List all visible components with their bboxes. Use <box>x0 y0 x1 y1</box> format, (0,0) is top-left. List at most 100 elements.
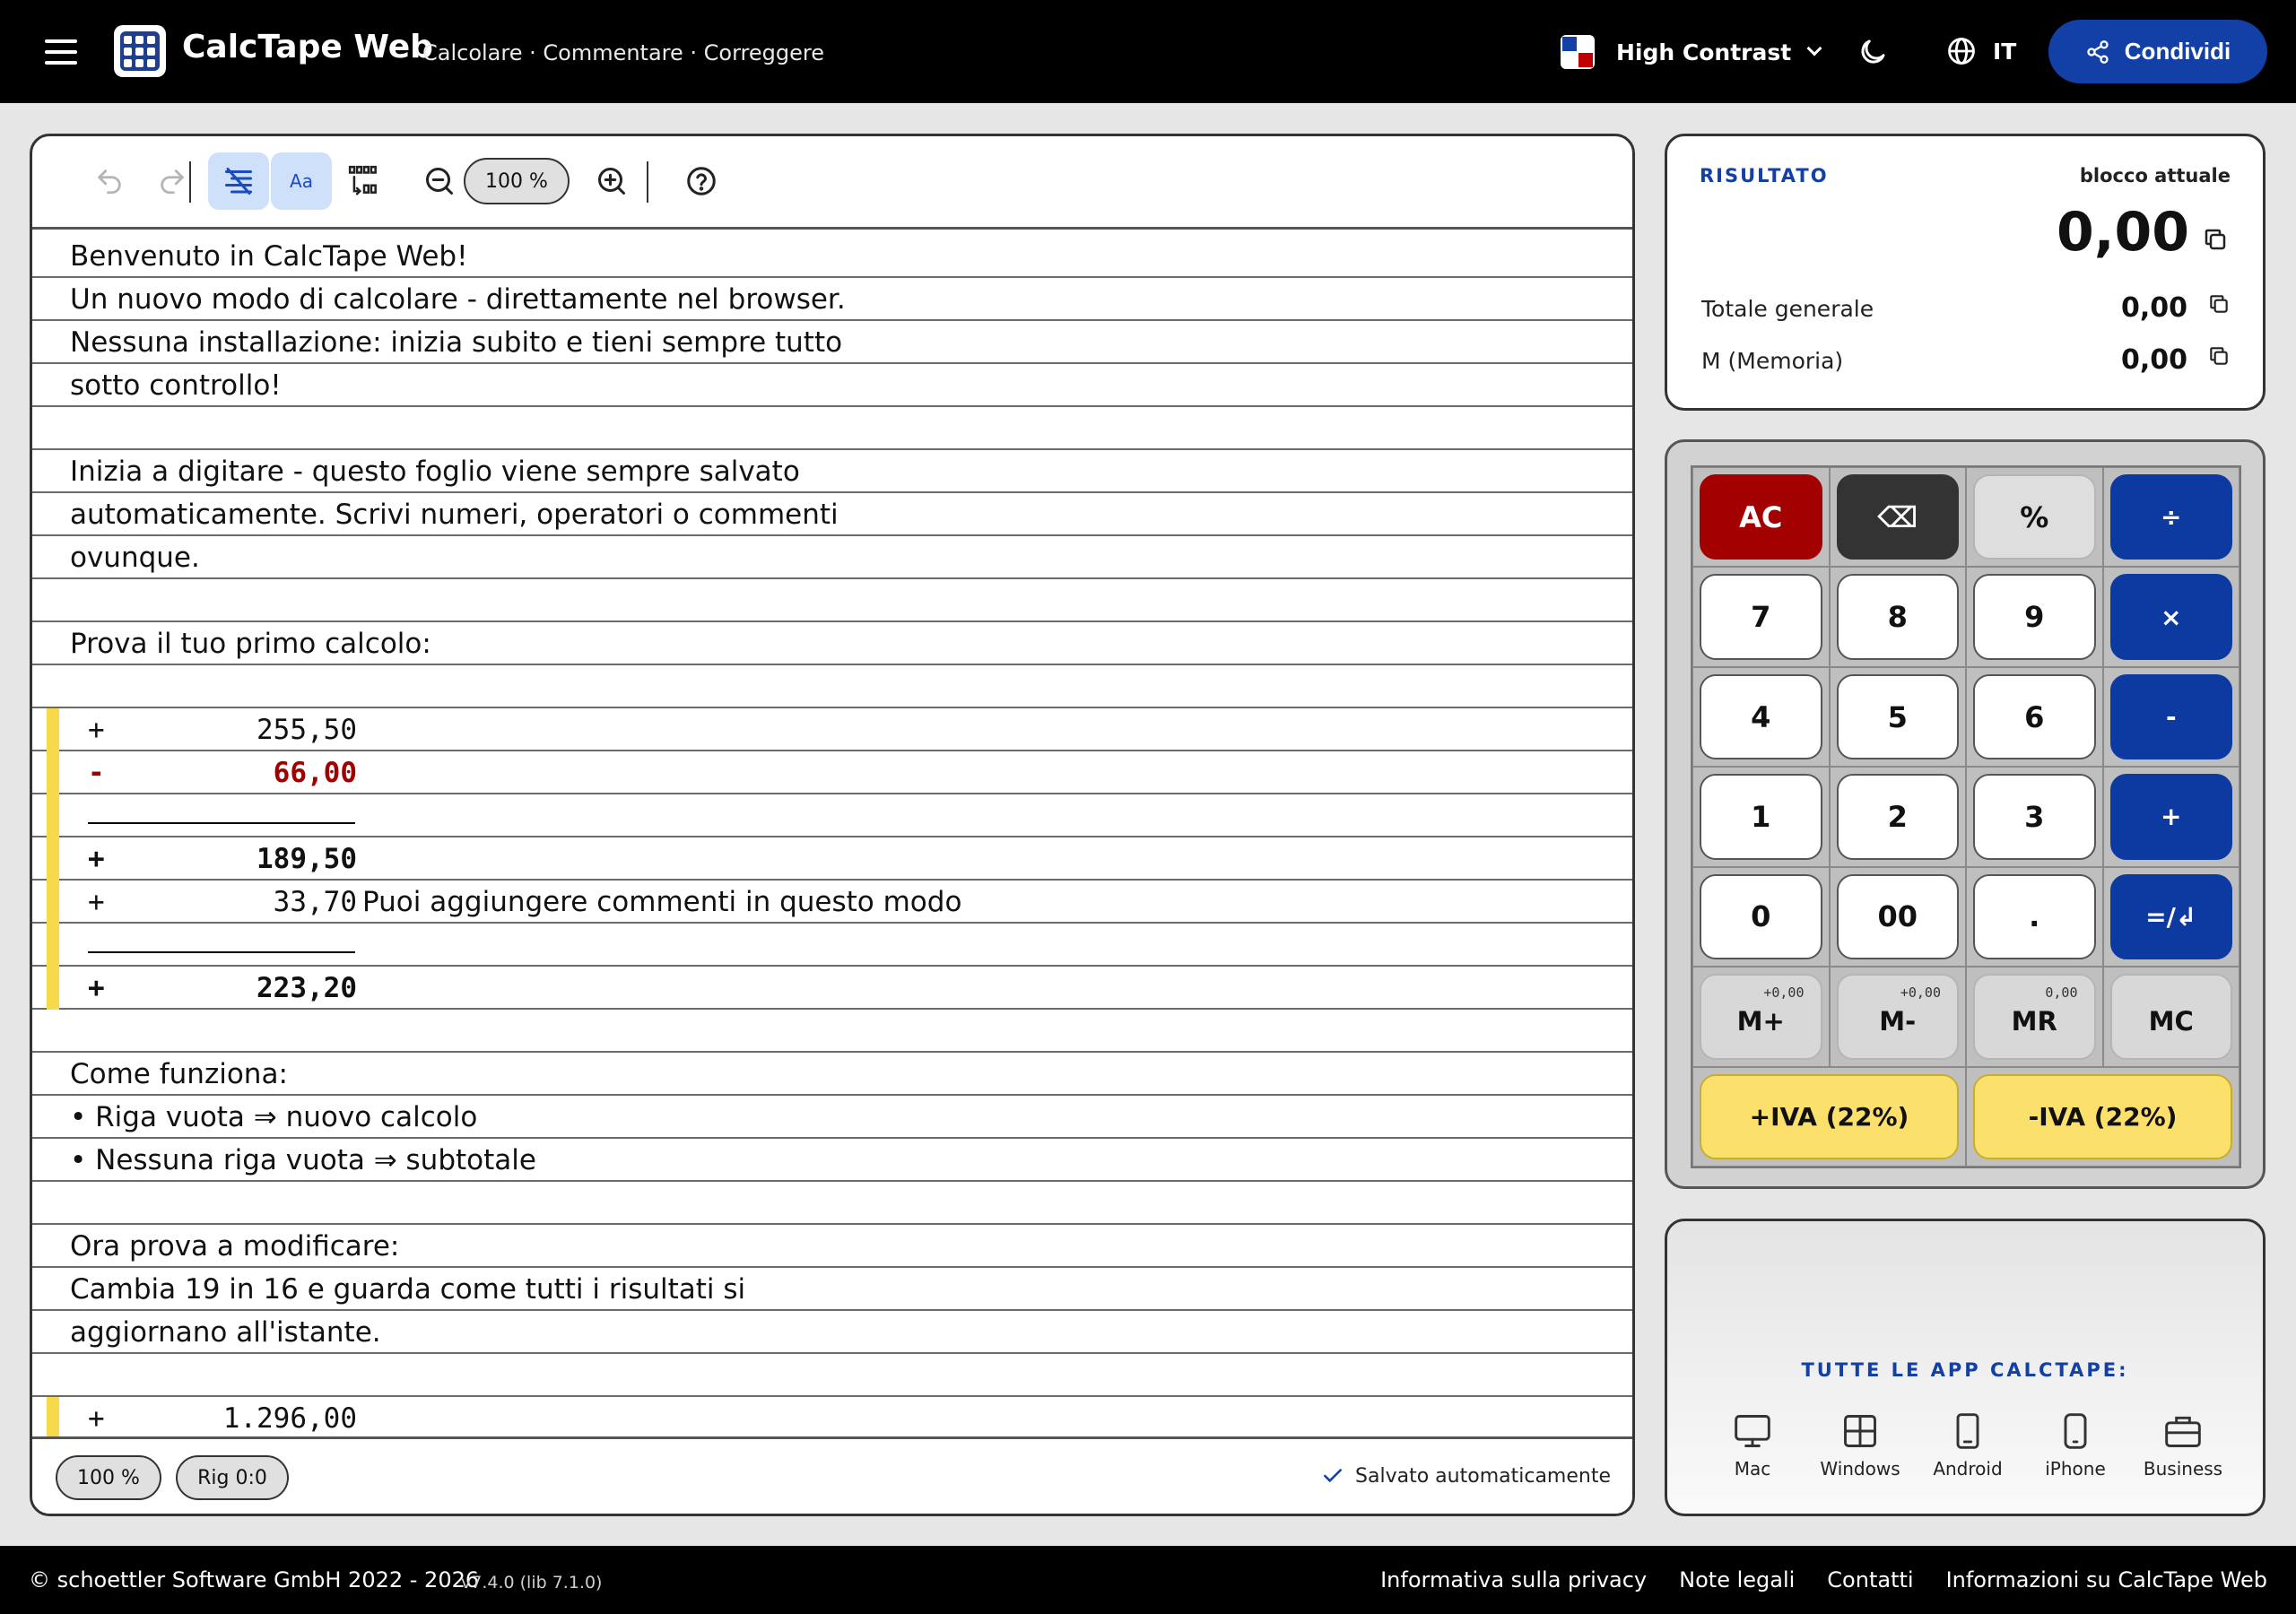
tape-line[interactable]: Benvenuto in CalcTape Web! <box>32 235 1632 278</box>
help-button[interactable] <box>671 152 732 210</box>
app-link-mac[interactable]: Mac <box>1699 1411 1806 1480</box>
menu-icon[interactable] <box>45 39 77 65</box>
redo-button[interactable] <box>142 152 203 210</box>
tape-line[interactable]: +1.296,00 <box>32 1397 1632 1440</box>
contact-link[interactable]: Contatti <box>1827 1567 1913 1592</box>
key-m[interactable]: M+ +0,00 <box>1700 974 1822 1060</box>
toolbar-divider <box>647 161 648 203</box>
app-name: iPhone <box>2045 1458 2106 1480</box>
copy-total-icon[interactable] <box>2207 292 2231 316</box>
key-1[interactable]: 1 <box>1700 774 1822 860</box>
key-label: MC <box>2148 1005 2194 1037</box>
dark-mode-toggle[interactable] <box>1857 36 1889 72</box>
tape-line[interactable] <box>32 1182 1632 1225</box>
key-label: 9 <box>2024 600 2045 635</box>
key-label: 5 <box>1887 699 1908 734</box>
tape-line[interactable]: aggiornano all'istante. <box>32 1311 1632 1354</box>
tape-line[interactable]: automaticamente. Scrivi numeri, operator… <box>32 493 1632 536</box>
key-iva-22[interactable]: +IVA (22%) <box>1700 1073 1959 1159</box>
moon-icon <box>1861 39 1885 64</box>
line-text: Un nuovo modo di calcolare - direttament… <box>70 283 846 316</box>
number-format-icon <box>348 165 377 195</box>
line-text: ovunque. <box>70 542 200 574</box>
tape-line[interactable] <box>32 407 1632 450</box>
minus-key[interactable]: - <box>2109 673 2232 760</box>
key-m[interactable]: M- +0,00 <box>1836 974 1959 1060</box>
key-iva-22[interactable]: -IVA (22%) <box>1973 1073 2232 1159</box>
key-0[interactable]: 0 <box>1700 873 1822 960</box>
key-9[interactable]: 9 <box>1973 574 2096 660</box>
undo-button[interactable] <box>79 152 140 210</box>
legal-notes-link[interactable]: Note legali <box>1679 1567 1795 1592</box>
copy-result-icon[interactable] <box>2202 226 2229 253</box>
android-phone-icon <box>1956 1413 1979 1449</box>
key-7[interactable]: 7 <box>1700 574 1822 660</box>
tape-line[interactable]: • Nessuna riga vuota ⇒ subtotale <box>32 1139 1632 1182</box>
line-text: sotto controllo! <box>70 369 282 402</box>
tape-line[interactable]: +33,70 Puoi aggiungere commenti in questo… <box>32 881 1632 924</box>
app-link-windows[interactable]: Windows <box>1806 1411 1914 1480</box>
divide-key[interactable]: ÷ <box>2109 474 2232 560</box>
tape-line[interactable]: Ora prova a modificare: <box>32 1225 1632 1268</box>
tape-line[interactable] <box>32 665 1632 708</box>
tape-line[interactable] <box>32 794 1632 837</box>
tape-line[interactable]: • Riga vuota ⇒ nuovo calcolo <box>32 1096 1632 1139</box>
tape-line[interactable]: - 66,00 <box>32 751 1632 794</box>
key-4[interactable]: 4 <box>1700 673 1822 760</box>
tape-line[interactable]: +189,50 <box>32 837 1632 881</box>
calc-operator: + <box>88 1402 105 1435</box>
about-link[interactable]: Informazioni su CalcTape Web <box>1946 1567 2267 1592</box>
privacy-link[interactable]: Informativa sulla privacy <box>1380 1567 1647 1592</box>
number-format-button[interactable] <box>334 152 395 210</box>
tape-line[interactable]: +223,20 <box>32 967 1632 1010</box>
status-zoom[interactable]: 100 % <box>56 1455 161 1500</box>
key-label: 4 <box>1751 699 1771 734</box>
tape-lines[interactable]: Benvenuto in CalcTape Web! Un nuovo modo … <box>32 235 1632 1440</box>
tape-line[interactable]: Un nuovo modo di calcolare - direttament… <box>32 278 1632 321</box>
key-2[interactable]: 2 <box>1836 774 1959 860</box>
decimal-key[interactable]: . <box>1973 873 2096 960</box>
equals-enter-key[interactable]: =/↲ <box>2109 873 2232 960</box>
key-mc[interactable]: MC <box>2109 974 2232 1060</box>
tape-line[interactable]: Come funziona: <box>32 1053 1632 1096</box>
tape-line[interactable] <box>32 924 1632 967</box>
language-selector[interactable]: IT <box>1946 36 2016 66</box>
calc-number: 255,50 <box>257 714 357 746</box>
tape-line[interactable]: Nessuna installazione: inizia subito e t… <box>32 321 1632 364</box>
calc-operator: + <box>88 714 105 746</box>
calc-entry: +189,50 <box>70 843 357 875</box>
multiply-key[interactable]: × <box>2109 574 2232 660</box>
tape-line[interactable] <box>32 579 1632 622</box>
tape-line[interactable]: ovunque. <box>32 536 1632 579</box>
tape-line[interactable] <box>32 1010 1632 1053</box>
format-lines-toggle[interactable] <box>208 152 269 210</box>
tape-line[interactable]: Cambia 19 in 16 e guarda come tutti i ri… <box>32 1268 1632 1311</box>
theme-selector[interactable]: High Contrast <box>1561 34 1822 70</box>
zoom-in-button[interactable] <box>581 152 642 210</box>
calc-comment: Puoi aggiungere commenti in questo modo <box>362 886 962 918</box>
key-ac[interactable]: AC <box>1700 474 1822 560</box>
plus-key[interactable]: + <box>2109 774 2232 860</box>
copy-memory-icon[interactable] <box>2207 344 2231 368</box>
key-label: % <box>2020 499 2049 534</box>
share-button[interactable]: Condividi <box>2048 20 2267 83</box>
font-toggle-button[interactable]: Aa <box>271 152 332 210</box>
tape-line[interactable] <box>32 1354 1632 1397</box>
key-8[interactable]: 8 <box>1836 574 1959 660</box>
tape-line[interactable]: Inizia a digitare - questo foglio viene … <box>32 450 1632 493</box>
key-00[interactable]: 00 <box>1836 873 1959 960</box>
zoom-out-button[interactable] <box>409 152 470 210</box>
key-5[interactable]: 5 <box>1836 673 1959 760</box>
key-3[interactable]: 3 <box>1973 774 2096 860</box>
key-mr[interactable]: MR 0,00 <box>1973 974 2096 1060</box>
tape-line[interactable]: sotto controllo! <box>32 364 1632 407</box>
app-link-iphone[interactable]: iPhone <box>2022 1411 2129 1480</box>
tape-line[interactable]: Prova il tuo primo calcolo: <box>32 622 1632 665</box>
app-link-business[interactable]: Business <box>2129 1411 2237 1480</box>
app-link-android[interactable]: Android <box>1914 1411 2022 1480</box>
backspace-key[interactable]: ⌫ <box>1836 474 1959 560</box>
tape-line[interactable]: +255,50 <box>32 708 1632 751</box>
zoom-level[interactable]: 100 % <box>464 158 570 204</box>
percent-key[interactable]: % <box>1973 474 2096 560</box>
key-6[interactable]: 6 <box>1973 673 2096 760</box>
